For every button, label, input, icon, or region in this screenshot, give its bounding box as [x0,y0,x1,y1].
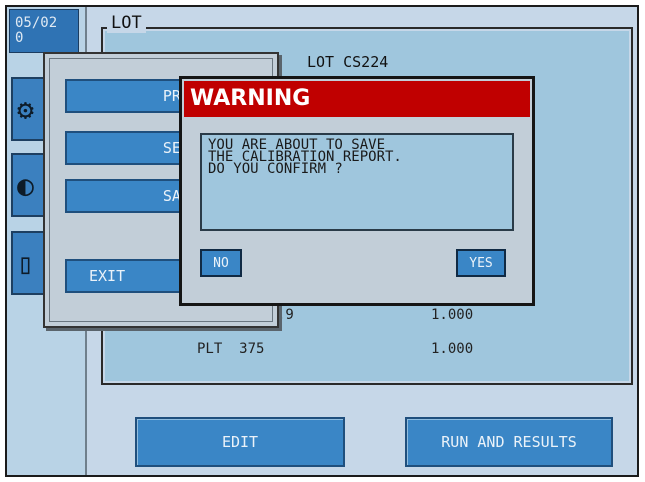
row-2-value: 1.000 [431,341,474,357]
warning-dialog: WARNING YOU ARE ABOUT TO SAVE THE CALIBR… [179,76,535,306]
run-and-results-button[interactable]: RUN AND RESULTS [405,417,613,467]
warning-message: YOU ARE ABOUT TO SAVE THE CALIBRATION RE… [200,133,514,231]
lot-number: LOT CS224 [307,53,389,71]
row-1-value: 1.000 [431,307,474,323]
yes-button[interactable]: YES [456,249,506,277]
lot-group-title: LOT [107,13,146,33]
edit-button[interactable]: EDIT [135,417,345,467]
vial-icon: ◐ [17,168,34,202]
calibration-screen: 05/02 0 ⚙ ◐ ▯ LOT LOT CS224 .9 1.000 PLT… [5,5,639,477]
no-button[interactable]: NO [200,249,242,277]
date-line-2: 0 [15,30,24,46]
document-icon: ▯ [17,246,34,280]
date-display: 05/02 0 [9,9,79,53]
date-line-1: 05/02 [15,15,58,31]
gear-icon: ⚙ [17,92,34,126]
row-2-label: PLT 375 [197,341,265,357]
warning-title: WARNING [184,81,530,117]
row-1-label: .9 [277,307,294,323]
